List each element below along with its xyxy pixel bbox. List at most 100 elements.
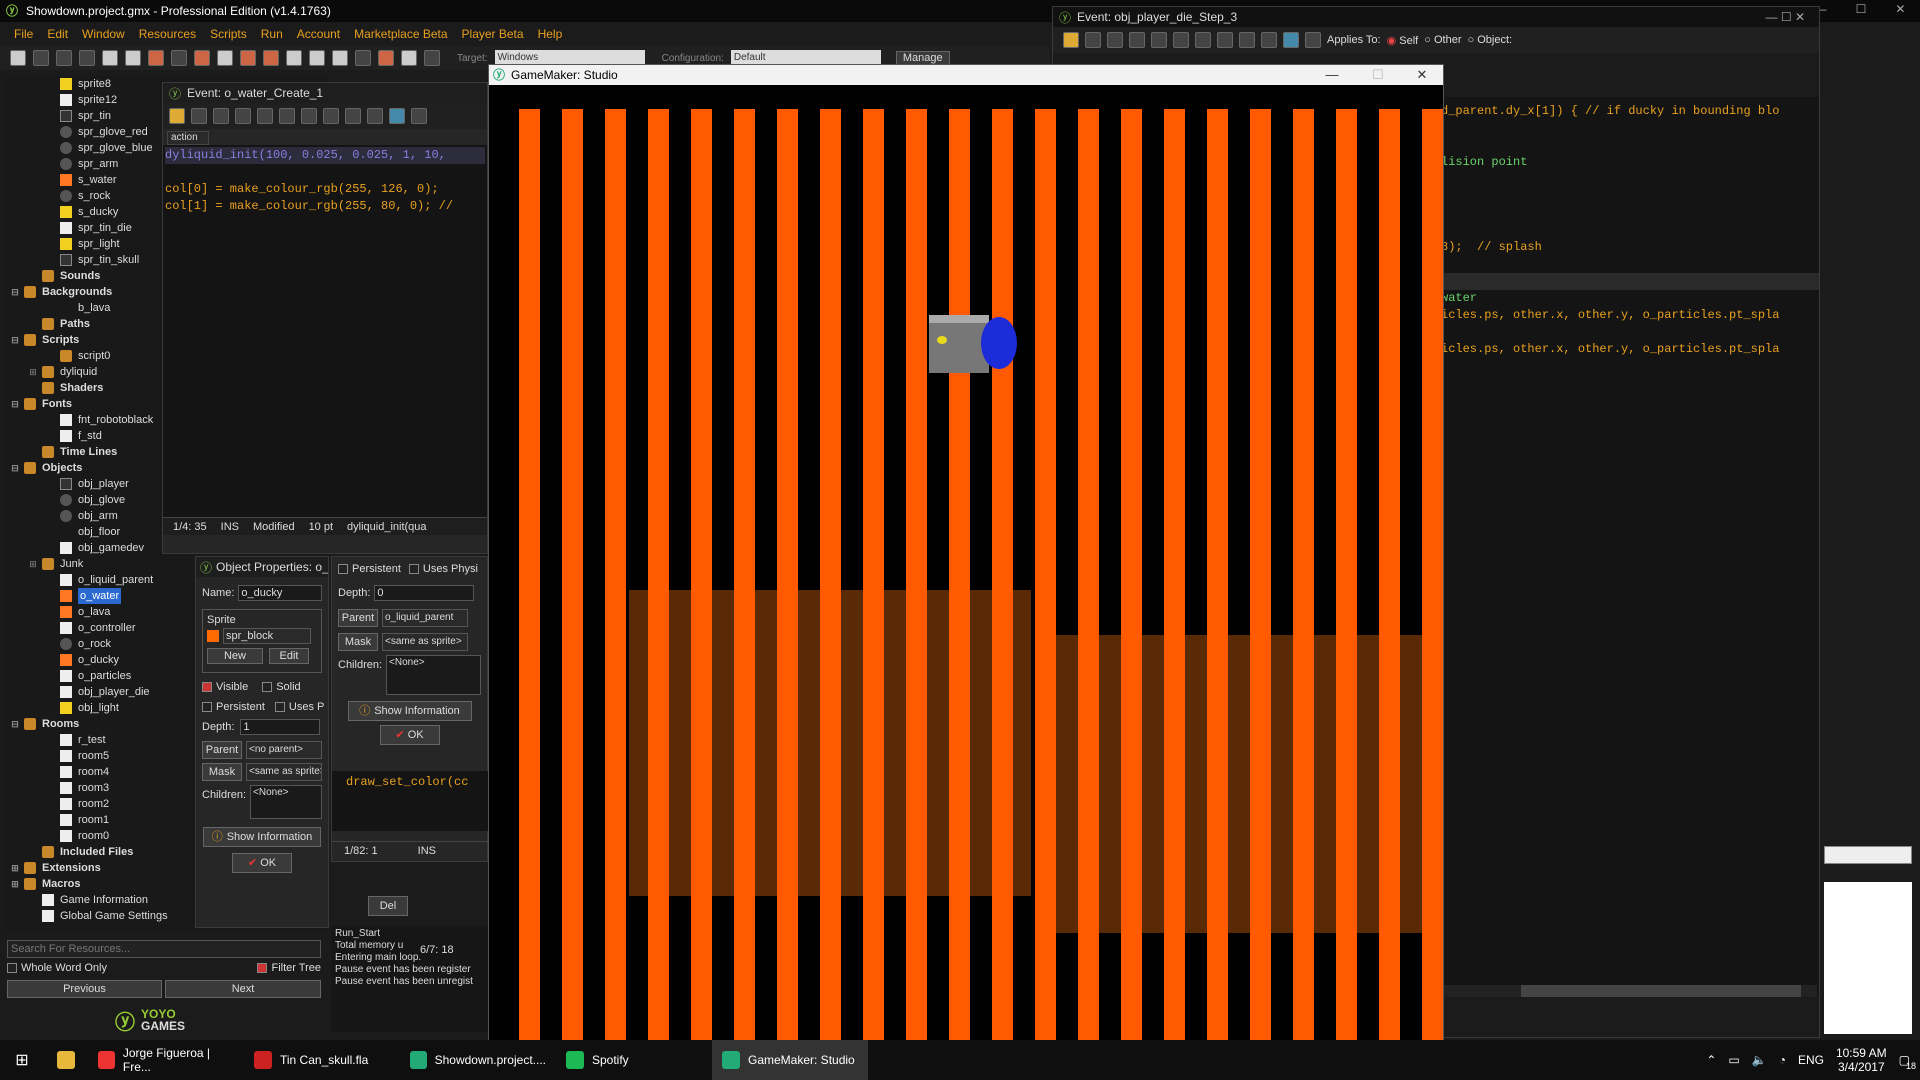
whole-word-checkbox[interactable]: Whole Word Only — [7, 962, 107, 978]
search-resources-input[interactable]: Search For Resources... — [7, 940, 321, 958]
draw-event-code[interactable]: draw_set_color(cc — [332, 771, 489, 831]
expand-toggle-icon[interactable]: ⊟ — [10, 460, 20, 476]
show-information-button-2[interactable]: ⓘ Show Information — [347, 701, 472, 721]
notifications-icon[interactable]: ▢ 18 — [1899, 1053, 1916, 1071]
copy-icon[interactable] — [323, 108, 339, 124]
print-icon[interactable] — [235, 108, 251, 124]
mask-select[interactable]: <same as sprite> — [246, 763, 322, 781]
menu-item-edit[interactable]: Edit — [47, 27, 68, 41]
game-maximize-icon[interactable]: ☐ — [1369, 67, 1387, 83]
step-print-icon[interactable] — [1129, 32, 1145, 48]
depth-input-2[interactable]: 0 — [374, 585, 475, 601]
expand-toggle-icon[interactable]: ⊟ — [10, 716, 20, 732]
expand-toggle-icon[interactable]: ⊞ — [10, 860, 20, 876]
redo-icon[interactable] — [279, 108, 295, 124]
menu-item-file[interactable]: File — [14, 27, 33, 41]
step-copy-icon[interactable] — [1217, 32, 1233, 48]
step-code-icon[interactable] — [1305, 32, 1321, 48]
step-load-icon[interactable] — [1085, 32, 1101, 48]
game-minimize-icon[interactable]: — — [1323, 67, 1341, 82]
children-list-2[interactable]: <None> — [386, 655, 481, 695]
taskbar-item[interactable]: Showdown.project.... — [400, 1040, 556, 1080]
step-check-icon[interactable] — [1063, 32, 1079, 48]
font-icon[interactable] — [332, 50, 348, 66]
self-radio[interactable]: ◉ Self — [1387, 34, 1419, 47]
menu-item-run[interactable]: Run — [261, 27, 283, 41]
start-button[interactable]: ⊞ — [0, 1040, 44, 1080]
save-icon[interactable] — [56, 50, 72, 66]
game-close-icon[interactable]: ✕ — [1413, 67, 1431, 83]
mask-select-2[interactable]: <same as sprite> — [382, 633, 468, 651]
parent-button[interactable]: Parent — [202, 741, 242, 759]
network-icon[interactable]: ◔ — [1779, 1053, 1786, 1067]
taskbar-item[interactable]: GameMaker: Studio — [712, 1040, 868, 1080]
paste-icon[interactable] — [345, 108, 361, 124]
menu-item-player-beta[interactable]: Player Beta — [462, 27, 524, 41]
cut-icon[interactable] — [301, 108, 317, 124]
filter-tree-checkbox[interactable]: Filter Tree — [257, 962, 321, 978]
create-event-tab[interactable]: action — [167, 131, 209, 145]
run-icon[interactable] — [102, 50, 118, 66]
volume-icon[interactable]: 🔈 — [1752, 1053, 1767, 1067]
timeline-icon[interactable] — [355, 50, 371, 66]
depth-input[interactable]: 1 — [240, 719, 321, 735]
ok-button-2[interactable]: ✔ OK — [379, 725, 440, 745]
children-list[interactable]: <None> — [250, 785, 322, 819]
build-icon[interactable] — [171, 50, 187, 66]
mask-button-2[interactable]: Mask — [338, 633, 378, 651]
manage-button[interactable]: Manage — [895, 51, 950, 65]
step-paste-icon[interactable] — [1239, 32, 1255, 48]
find-icon[interactable] — [367, 108, 383, 124]
room-icon[interactable] — [401, 50, 417, 66]
shader-icon[interactable] — [309, 50, 325, 66]
parent-select-2[interactable]: o_liquid_parent — [382, 609, 468, 627]
new-file-icon[interactable] — [10, 50, 26, 66]
export-icon[interactable] — [79, 50, 95, 66]
delete-button[interactable]: Del — [368, 896, 408, 916]
file-explorer-icon[interactable] — [44, 1040, 88, 1080]
expand-toggle-icon[interactable]: ⊟ — [10, 284, 20, 300]
sprite-select[interactable]: spr_block — [223, 628, 311, 644]
stop-icon[interactable] — [148, 50, 164, 66]
game-canvas[interactable] — [489, 85, 1443, 1043]
sprite-icon[interactable] — [194, 50, 210, 66]
debug-icon[interactable] — [125, 50, 141, 66]
check-icon[interactable] — [169, 108, 185, 124]
persistent-checkbox-2[interactable]: Persistent — [338, 559, 401, 579]
save-icon[interactable] — [213, 108, 229, 124]
sound-icon[interactable] — [217, 50, 233, 66]
expand-toggle-icon[interactable]: ⊟ — [10, 396, 20, 412]
menu-item-account[interactable]: Account — [297, 27, 340, 41]
previous-button[interactable]: Previous — [7, 980, 162, 998]
close-icon[interactable]: ✕ — [1895, 2, 1905, 20]
taskbar-item[interactable]: Spotify — [556, 1040, 712, 1080]
menu-item-resources[interactable]: Resources — [139, 27, 196, 41]
expand-toggle-icon[interactable]: ⊟ — [10, 332, 20, 348]
uses-physics-checkbox-2[interactable]: Uses Physi — [408, 559, 478, 579]
solid-checkbox[interactable]: Solid — [262, 677, 301, 697]
visible-checkbox[interactable]: Visible — [202, 677, 248, 697]
step-event-code[interactable]: d_parent.dy_x[1]) { // if ducky in bound… — [1441, 97, 1819, 997]
path-icon[interactable] — [263, 50, 279, 66]
maximize-icon[interactable]: ☐ — [1856, 2, 1867, 20]
step-redo-icon[interactable] — [1173, 32, 1189, 48]
menu-item-window[interactable]: Window — [82, 27, 125, 41]
show-information-button[interactable]: ⓘ Show Information — [203, 827, 321, 847]
uses-physics-checkbox[interactable]: Uses P — [274, 697, 324, 717]
ok-button[interactable]: ✔ OK — [232, 853, 292, 873]
load-icon[interactable] — [191, 108, 207, 124]
create-event-code[interactable]: dyliquid_init(100, 0.025, 0.025, 1, 10, c… — [163, 145, 487, 517]
code-icon[interactable] — [411, 108, 427, 124]
battery-icon[interactable]: ▭ — [1728, 1053, 1739, 1067]
right-panel-input[interactable] — [1824, 846, 1912, 864]
step-undo-icon[interactable] — [1151, 32, 1167, 48]
tray-chevron-icon[interactable]: ⌃ — [1706, 1053, 1716, 1067]
expand-toggle-icon[interactable]: ⊞ — [10, 876, 20, 892]
step-save-icon[interactable] — [1107, 32, 1123, 48]
open-file-icon[interactable] — [33, 50, 49, 66]
menu-item-marketplace-beta[interactable]: Marketplace Beta — [354, 27, 447, 41]
taskbar-item[interactable]: Tin Can_skull.fla — [244, 1040, 400, 1080]
script-icon[interactable] — [286, 50, 302, 66]
new-sprite-button[interactable]: New — [207, 648, 263, 664]
parent-select[interactable]: <no parent> — [246, 741, 322, 759]
